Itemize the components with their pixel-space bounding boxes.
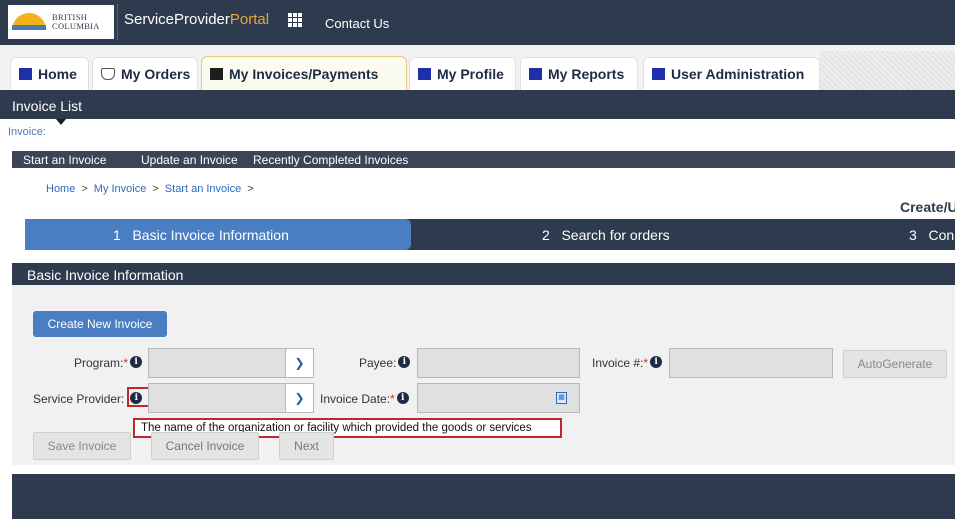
square-icon	[652, 68, 665, 80]
bag-icon	[101, 68, 115, 80]
footer	[12, 474, 955, 519]
square-icon	[210, 67, 223, 80]
service-provider-label: Service Provider: i	[33, 392, 143, 406]
chevron-down-icon[interactable]: ❯	[285, 349, 313, 377]
breadcrumb-my-invoice[interactable]: My Invoice	[94, 183, 147, 195]
wizard-steps: 1 Basic Invoice Information 2 Search for…	[25, 219, 955, 250]
caret-down-icon	[56, 119, 66, 125]
info-icon[interactable]: i	[650, 356, 663, 368]
invoice-label: Invoice:	[8, 126, 46, 138]
step-basic-info[interactable]: 1 Basic Invoice Information	[25, 219, 411, 250]
tab-my-invoices-payments[interactable]: My Invoices/Payments	[201, 56, 407, 90]
step-search-orders[interactable]: 2 Search for orders	[542, 227, 670, 243]
contact-us-link[interactable]: Contact Us	[325, 16, 389, 31]
breadcrumb: Home > My Invoice > Start an Invoice >	[46, 183, 254, 195]
program-label: Program:* i	[74, 356, 143, 370]
app-grid-icon[interactable]	[288, 13, 302, 27]
chevron-down-icon[interactable]: ❯	[285, 384, 313, 412]
step-confirm[interactable]: 3 Con	[909, 227, 954, 243]
subnav-start-invoice[interactable]: Start an Invoice	[23, 153, 106, 167]
square-icon	[529, 68, 542, 80]
section-title-invoice-list: Invoice List	[0, 90, 955, 119]
invoice-date-field[interactable]: ▦	[417, 383, 580, 413]
bc-logo[interactable]: BRITISH COLUMBIA	[8, 5, 114, 39]
breadcrumb-home[interactable]: Home	[46, 183, 75, 195]
page-title: Create/U	[900, 199, 955, 215]
info-icon[interactable]: i	[396, 392, 409, 404]
calendar-icon[interactable]: ▦	[556, 392, 567, 404]
header-divider	[117, 4, 118, 40]
tab-my-orders[interactable]: My Orders	[92, 57, 198, 90]
payee-label: Payee: i	[359, 356, 411, 370]
next-button[interactable]: Next	[279, 432, 334, 460]
cancel-invoice-button[interactable]: Cancel Invoice	[151, 432, 259, 460]
top-header: BRITISH COLUMBIA ServiceProviderPortal C…	[0, 0, 955, 45]
tab-home[interactable]: Home	[10, 57, 89, 90]
logo-text: BRITISH COLUMBIA	[52, 12, 100, 31]
tab-my-profile[interactable]: My Profile	[409, 57, 516, 90]
service-provider-select[interactable]: ❯	[148, 383, 314, 413]
breadcrumb-start-invoice[interactable]: Start an Invoice	[165, 183, 241, 195]
tab-my-reports[interactable]: My Reports	[520, 57, 638, 90]
sub-nav: Start an Invoice Update an Invoice Recen…	[12, 151, 955, 168]
subnav-update-invoice[interactable]: Update an Invoice	[141, 153, 238, 167]
square-icon	[19, 68, 32, 80]
invoice-number-field[interactable]	[669, 348, 833, 378]
sun-icon	[12, 13, 46, 30]
autogenerate-button[interactable]: AutoGenerate	[843, 350, 947, 378]
info-icon[interactable]: i	[130, 356, 143, 368]
create-new-invoice-button[interactable]: Create New Invoice	[33, 311, 167, 337]
invoice-date-label: Invoice Date:* i	[320, 392, 409, 406]
square-icon	[418, 68, 431, 80]
tab-strip: Home My Orders My Invoices/Payments My P…	[0, 45, 955, 90]
section-title-basic-info: Basic Invoice Information	[12, 263, 955, 285]
save-invoice-button[interactable]: Save Invoice	[33, 432, 131, 460]
program-select[interactable]: ❯	[148, 348, 314, 378]
portal-title[interactable]: ServiceProviderPortal	[124, 11, 269, 28]
subnav-recently-completed[interactable]: Recently Completed Invoices	[253, 153, 408, 167]
invoice-number-label: Invoice #:* i	[592, 356, 663, 370]
info-icon[interactable]: i	[398, 356, 411, 368]
payee-field[interactable]	[417, 348, 580, 378]
tab-user-administration[interactable]: User Administration	[643, 57, 820, 90]
